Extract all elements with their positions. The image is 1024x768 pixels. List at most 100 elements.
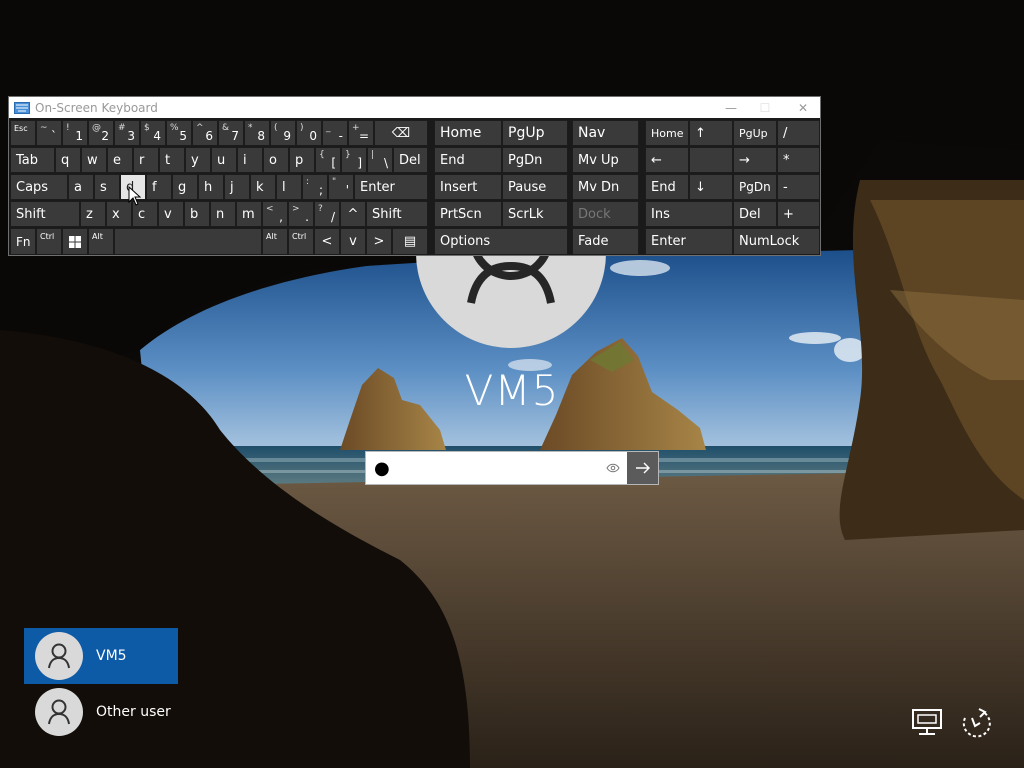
key-num-end[interactable]: End <box>645 174 689 200</box>
user-list-item-other-user[interactable]: Other user <box>24 684 178 740</box>
key-b[interactable]: b <box>184 201 210 227</box>
key-ctrl-right[interactable]: Ctrl <box>288 228 314 255</box>
key-enter[interactable]: Enter <box>354 174 428 200</box>
key-t[interactable]: t <box>159 147 185 173</box>
key-slash[interactable]: ? / <box>314 201 340 227</box>
key-dock[interactable]: Dock <box>572 201 639 227</box>
key-0[interactable]: ) 0 <box>296 120 322 146</box>
key-num-ins[interactable]: Ins <box>645 201 733 227</box>
key-num-up[interactable]: ↑ <box>689 120 733 146</box>
key-v[interactable]: v <box>158 201 184 227</box>
key-alt-left[interactable]: Alt <box>88 228 114 255</box>
key-m[interactable]: m <box>236 201 262 227</box>
key-num-left[interactable]: ← <box>645 147 689 173</box>
key-pgup[interactable]: PgUp <box>502 120 568 146</box>
key-y[interactable]: y <box>185 147 211 173</box>
key-num-right[interactable]: → <box>733 147 777 173</box>
user-list-item-vm5[interactable]: VM5 <box>24 628 178 684</box>
key-down-arrow[interactable]: v <box>340 228 366 255</box>
key-num-multiply[interactable]: * <box>777 147 820 173</box>
key-num-minus[interactable]: - <box>777 174 820 200</box>
key-k[interactable]: k <box>250 174 276 200</box>
key-7[interactable]: & 7 <box>218 120 244 146</box>
key-space[interactable] <box>114 228 262 255</box>
key-open-bracket[interactable]: {[ <box>315 147 341 173</box>
key-shift-right[interactable]: Shift <box>366 201 428 227</box>
key-nav[interactable]: Nav <box>572 120 639 146</box>
key-o[interactable]: o <box>263 147 289 173</box>
key-num-down[interactable]: ↓ <box>689 174 733 200</box>
password-input[interactable] <box>366 452 599 484</box>
key-4[interactable]: $4 <box>140 120 166 146</box>
key-comma[interactable]: <, <box>262 201 288 227</box>
minimize-button[interactable]: — <box>713 97 749 118</box>
key-home[interactable]: Home <box>434 120 502 146</box>
key-menu[interactable]: ▤ <box>392 228 428 255</box>
key-right-arrow[interactable]: > <box>366 228 392 255</box>
key-5[interactable]: % 5 <box>166 120 192 146</box>
key-p[interactable]: p <box>289 147 315 173</box>
key-6[interactable]: ^ 6 <box>192 120 218 146</box>
key-s[interactable]: s <box>94 174 120 200</box>
key-num-home[interactable]: Home <box>645 120 689 146</box>
key-ctrl-left[interactable]: Ctrl <box>36 228 62 255</box>
key-scrlk[interactable]: ScrLk <box>502 201 568 227</box>
key-options[interactable]: Options <box>434 228 568 255</box>
key-l[interactable]: l <box>276 174 302 200</box>
key-numlock[interactable]: NumLock <box>733 228 820 255</box>
key-minus[interactable]: _ - <box>322 120 348 146</box>
key-num-plus[interactable]: + <box>777 201 820 227</box>
key-9[interactable]: (9 <box>270 120 296 146</box>
key-close-bracket[interactable]: }] <box>341 147 367 173</box>
key-3[interactable]: #3 <box>114 120 140 146</box>
key-equals[interactable]: + = <box>348 120 374 146</box>
key-u[interactable]: u <box>211 147 237 173</box>
key-e[interactable]: e <box>107 147 133 173</box>
key-pgdn[interactable]: PgDn <box>502 147 568 173</box>
key-j[interactable]: j <box>224 174 250 200</box>
key-insert[interactable]: Insert <box>434 174 502 200</box>
key-w[interactable]: w <box>81 147 107 173</box>
key-r[interactable]: r <box>133 147 159 173</box>
key-fn[interactable]: Fn <box>10 228 36 255</box>
key-a[interactable]: a <box>68 174 94 200</box>
key-del[interactable]: Del <box>393 147 428 173</box>
key-backtick[interactable]: ~ ` <box>36 120 62 146</box>
key-alt-right[interactable]: Alt <box>262 228 288 255</box>
key-8[interactable]: * 8 <box>244 120 270 146</box>
key-num-5[interactable] <box>689 147 733 173</box>
key-windows[interactable] <box>62 228 88 255</box>
key-up-arrow[interactable]: ^ <box>340 201 366 227</box>
key-fade[interactable]: Fade <box>572 228 639 255</box>
key-mv-dn[interactable]: Mv Dn <box>572 174 639 200</box>
key-left-arrow[interactable]: < <box>314 228 340 255</box>
close-button[interactable]: ✕ <box>785 97 821 118</box>
key-caps[interactable]: Caps <box>10 174 68 200</box>
key-shift-left[interactable]: Shift <box>10 201 80 227</box>
osk-titlebar[interactable]: On-Screen Keyboard — ☐ ✕ <box>9 97 820 118</box>
key-esc[interactable]: Esc <box>10 120 36 146</box>
key-backslash[interactable]: | \ <box>367 147 393 173</box>
key-semicolon[interactable]: :; <box>302 174 328 200</box>
key-num-divide[interactable]: / <box>777 120 820 146</box>
maximize-button[interactable]: ☐ <box>747 97 783 118</box>
key-n[interactable]: n <box>210 201 236 227</box>
key-2[interactable]: @2 <box>88 120 114 146</box>
key-mv-up[interactable]: Mv Up <box>572 147 639 173</box>
key-q[interactable]: q <box>55 147 81 173</box>
key-prtscn[interactable]: PrtScn <box>434 201 502 227</box>
key-1[interactable]: ! 1 <box>62 120 88 146</box>
key-num-del[interactable]: Del <box>733 201 777 227</box>
key-pause[interactable]: Pause <box>502 174 568 200</box>
key-backspace[interactable]: ⌫ <box>374 120 428 146</box>
key-g[interactable]: g <box>172 174 198 200</box>
reveal-password-icon[interactable] <box>599 452 627 484</box>
key-z[interactable]: z <box>80 201 106 227</box>
key-period[interactable]: >. <box>288 201 314 227</box>
submit-button[interactable] <box>627 452 658 484</box>
network-icon[interactable] <box>910 706 944 738</box>
key-end[interactable]: End <box>434 147 502 173</box>
key-h[interactable]: h <box>198 174 224 200</box>
key-num-pgdn[interactable]: PgDn <box>733 174 777 200</box>
key-i[interactable]: i <box>237 147 263 173</box>
